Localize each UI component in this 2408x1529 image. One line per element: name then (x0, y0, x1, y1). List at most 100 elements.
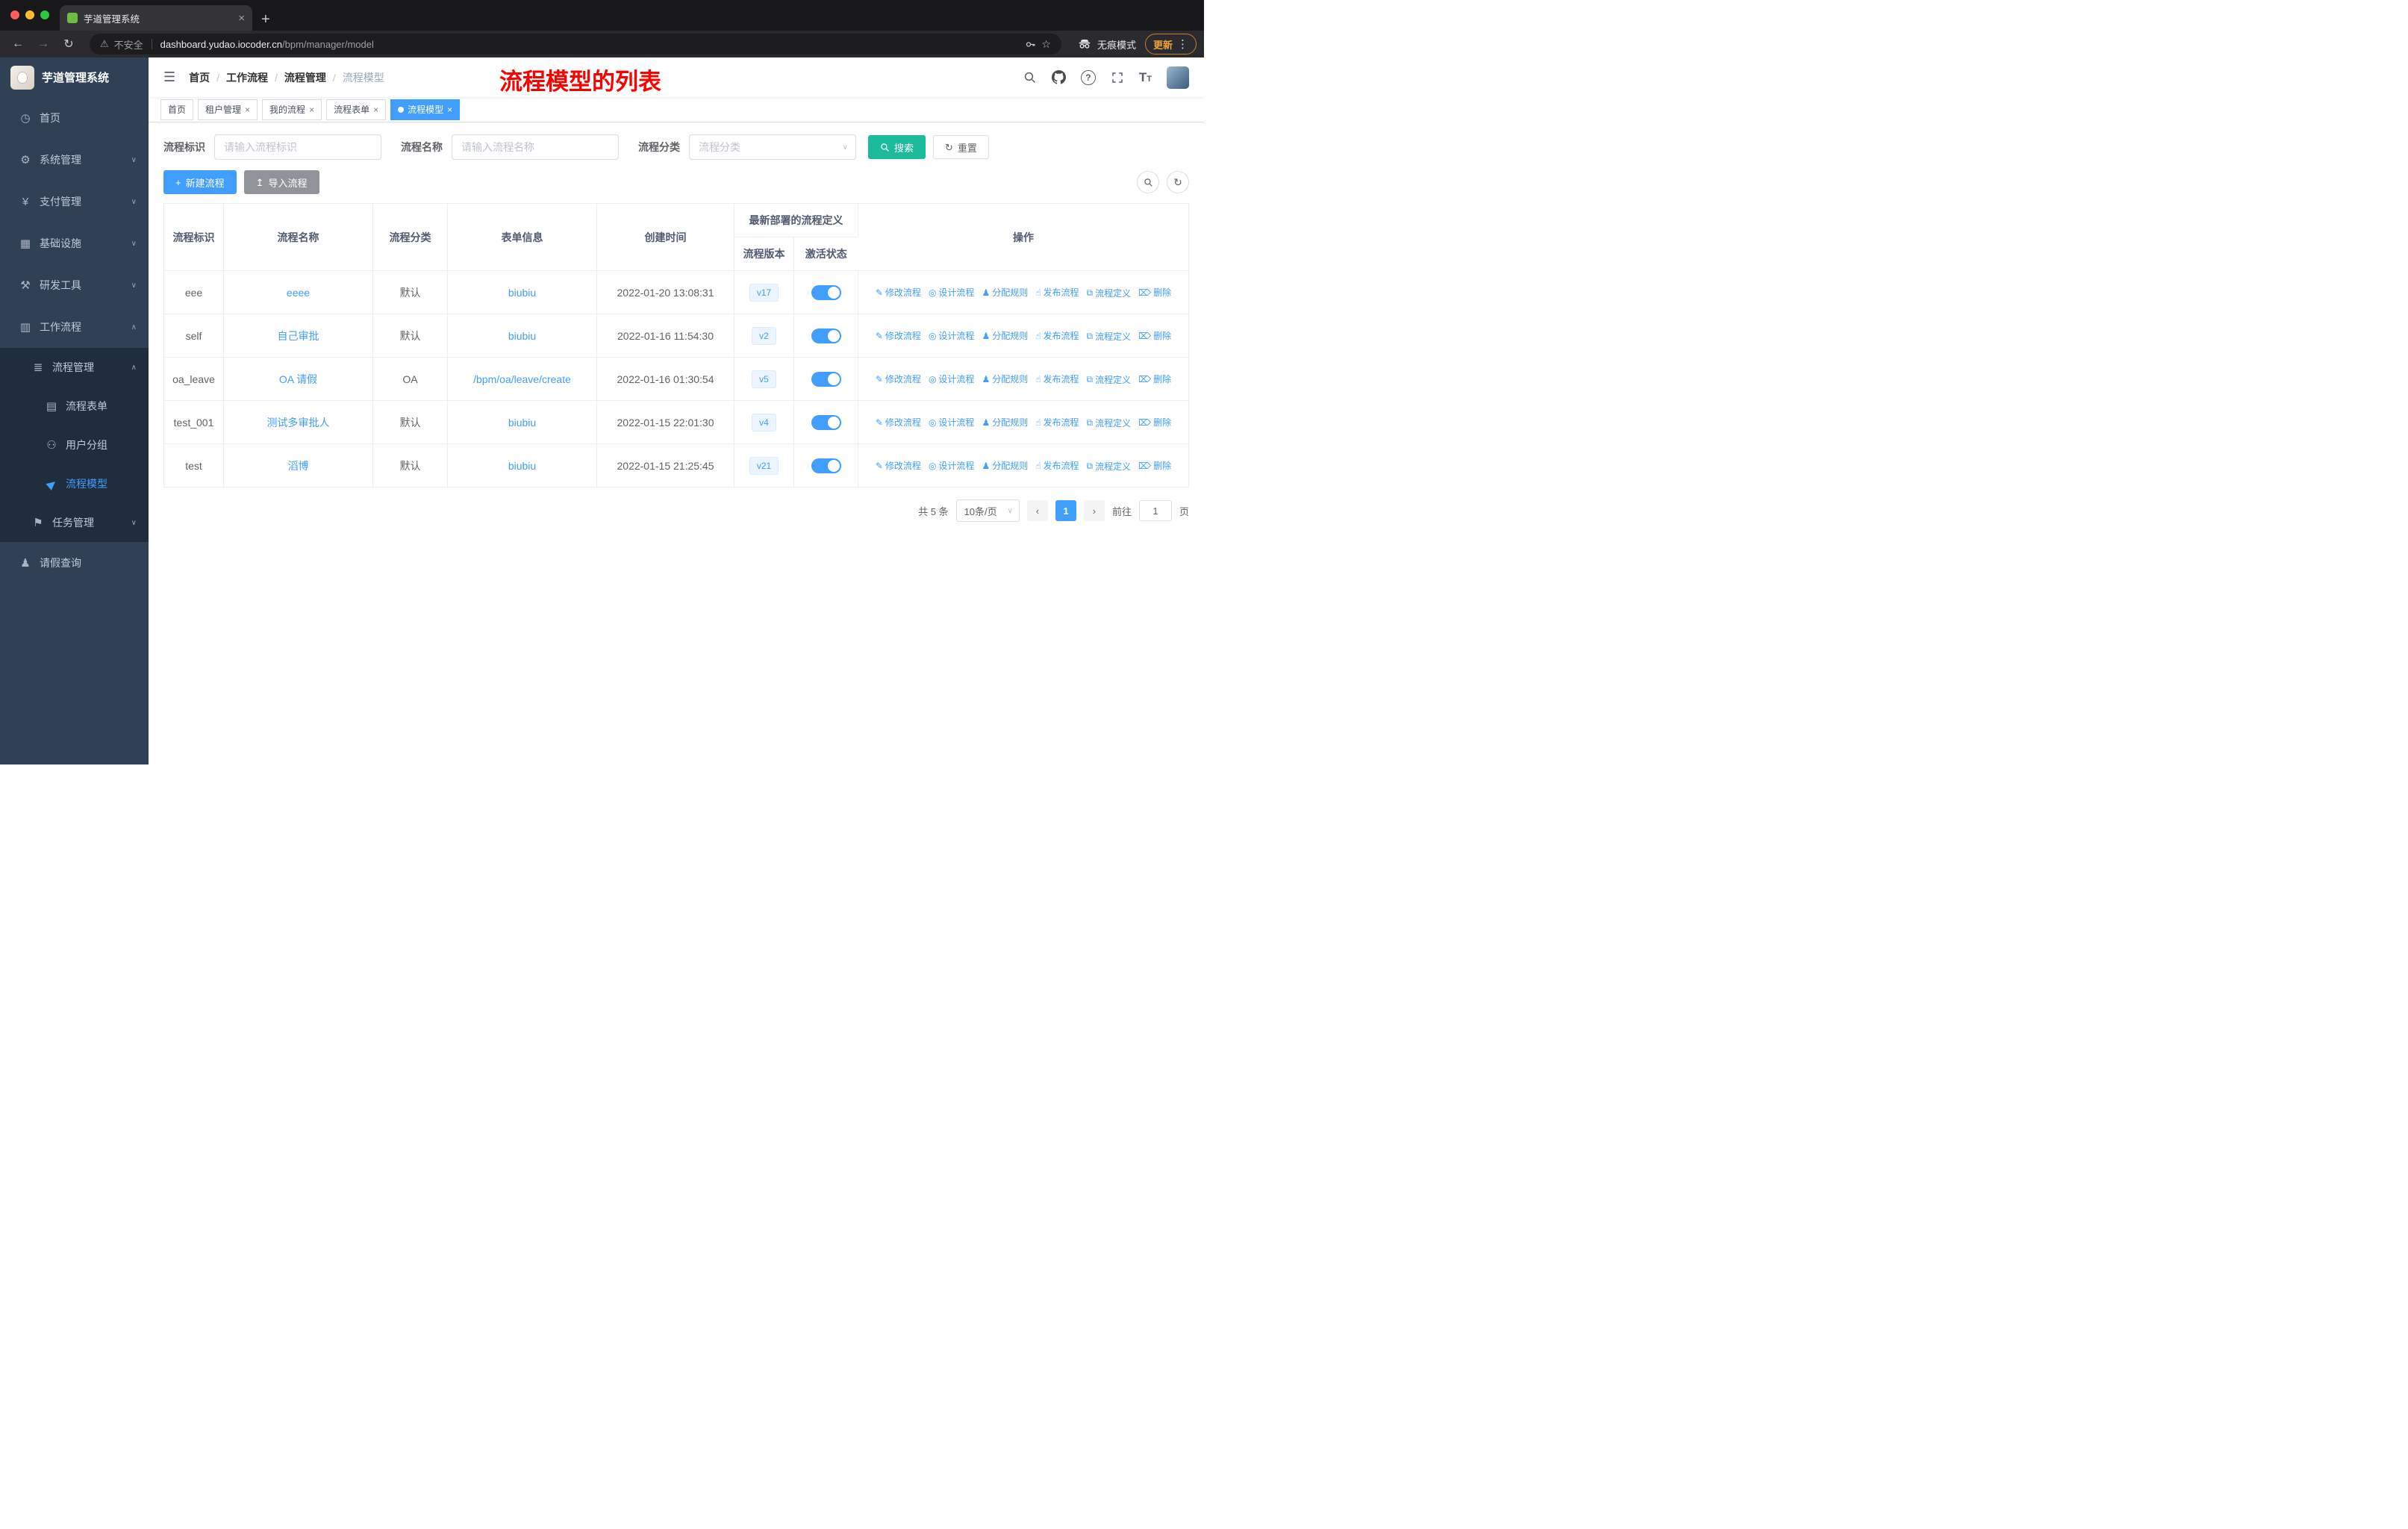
sidebar-item-process-management[interactable]: ≣ 流程管理 ∧ (0, 348, 149, 387)
breadcrumb-item[interactable]: 流程管理 (284, 70, 326, 85)
tag-process-form[interactable]: 流程表单 × (326, 99, 387, 120)
sidebar-item-home[interactable]: ◷ 首页 (0, 97, 149, 139)
refresh-table-button[interactable]: ↻ (1167, 171, 1189, 193)
sidebar-item-leave-query[interactable]: ♟ 请假查询 (0, 542, 149, 584)
create-process-button[interactable]: + 新建流程 (163, 170, 237, 194)
breadcrumb-item[interactable]: 首页 (189, 70, 210, 85)
reset-button[interactable]: ↻ 重置 (933, 135, 989, 159)
prev-page-button[interactable]: ‹ (1026, 500, 1048, 521)
sidebar-item-process-model[interactable]: ▶ 流程模型 (0, 464, 149, 503)
reload-icon[interactable]: ↻ (58, 34, 79, 55)
action-assign-rule[interactable]: ♟ 分配规则 (982, 416, 1028, 429)
active-toggle[interactable] (811, 284, 841, 300)
toggle-search-button[interactable] (1137, 171, 1159, 193)
forward-icon[interactable]: → (33, 34, 54, 55)
update-button[interactable]: 更新 ⋮ (1144, 34, 1197, 55)
tab-close-icon[interactable]: × (238, 13, 245, 24)
action-publish-process[interactable]: ☝ 发布流程 (1035, 286, 1079, 299)
action-design-process[interactable]: ◎ 设计流程 (929, 459, 975, 472)
url-bar[interactable]: ⚠ 不安全 dashboard.yudao.iocoder.cn/bpm/man… (90, 34, 1061, 55)
action-process-definition[interactable]: ⧉ 流程定义 (1087, 373, 1132, 386)
action-delete-process[interactable]: ⌦ 删除 (1138, 459, 1171, 472)
action-publish-process[interactable]: ☝ 发布流程 (1035, 373, 1079, 385)
back-icon[interactable]: ← (7, 34, 28, 55)
close-window-button[interactable] (10, 10, 19, 19)
action-publish-process[interactable]: ☝ 发布流程 (1035, 416, 1079, 429)
action-assign-rule[interactable]: ♟ 分配规则 (982, 329, 1028, 342)
action-process-definition[interactable]: ⧉ 流程定义 (1087, 417, 1132, 429)
action-assign-rule[interactable]: ♟ 分配规则 (982, 286, 1028, 299)
action-edit-process[interactable]: ✎ 修改流程 (876, 329, 921, 342)
tag-my-process[interactable]: 我的流程 × (262, 99, 322, 120)
sidebar-item-system-management[interactable]: ⚙ 系统管理 ∨ (0, 139, 149, 181)
bookmark-star-icon[interactable]: ☆ (1041, 38, 1051, 51)
search-icon[interactable] (1023, 71, 1037, 84)
process-key-input[interactable] (214, 134, 381, 160)
sidebar-item-dev-tools[interactable]: ⚒ 研发工具 ∨ (0, 264, 149, 306)
fullscreen-icon[interactable] (1111, 71, 1124, 84)
process-name-link[interactable]: 自己审批 (278, 330, 319, 342)
form-info-link[interactable]: /bpm/oa/leave/create (473, 373, 571, 385)
action-edit-process[interactable]: ✎ 修改流程 (876, 373, 921, 385)
user-avatar[interactable] (1167, 66, 1189, 89)
page-number-button[interactable]: 1 (1055, 500, 1076, 521)
github-icon[interactable] (1051, 70, 1066, 84)
sidebar-item-payment-management[interactable]: ¥ 支付管理 ∨ (0, 181, 149, 222)
tag-process-model[interactable]: 流程模型 × (390, 99, 461, 120)
action-process-definition[interactable]: ⧉ 流程定义 (1087, 330, 1132, 343)
process-name-link[interactable]: 滔博 (288, 460, 309, 472)
action-publish-process[interactable]: ☝ 发布流程 (1035, 459, 1079, 472)
zoom-window-button[interactable] (40, 10, 49, 19)
form-info-link[interactable]: biubiu (508, 330, 536, 342)
close-icon[interactable]: × (245, 105, 250, 115)
new-tab-button[interactable]: + (261, 12, 270, 27)
action-design-process[interactable]: ◎ 设计流程 (929, 329, 975, 342)
action-delete-process[interactable]: ⌦ 删除 (1138, 416, 1171, 429)
active-toggle[interactable] (811, 458, 841, 473)
help-icon[interactable]: ? (1080, 69, 1096, 85)
browser-menu-icon[interactable]: ⋮ (1177, 37, 1188, 51)
close-icon[interactable]: × (373, 105, 378, 115)
active-toggle[interactable] (811, 371, 841, 387)
key-icon[interactable] (1025, 39, 1036, 50)
action-assign-rule[interactable]: ♟ 分配规则 (982, 373, 1028, 385)
sidebar-item-infrastructure[interactable]: ▦ 基础设施 ∨ (0, 222, 149, 264)
tag-tenant-management[interactable]: 租户管理 × (198, 99, 258, 120)
action-delete-process[interactable]: ⌦ 删除 (1138, 329, 1171, 342)
import-process-button[interactable]: ↥ 导入流程 (243, 170, 319, 194)
close-icon[interactable]: × (309, 105, 314, 115)
tag-home[interactable]: 首页 (160, 99, 194, 120)
process-name-link[interactable]: 测试多审批人 (267, 417, 330, 429)
form-info-link[interactable]: biubiu (508, 417, 536, 429)
action-process-definition[interactable]: ⧉ 流程定义 (1087, 287, 1132, 299)
form-info-link[interactable]: biubiu (508, 287, 536, 299)
action-edit-process[interactable]: ✎ 修改流程 (876, 459, 921, 472)
category-select[interactable]: 流程分类 ∨ (689, 134, 856, 160)
search-button[interactable]: 搜索 (868, 135, 926, 159)
next-page-button[interactable]: › (1083, 500, 1105, 521)
process-name-link[interactable]: eeee (287, 287, 310, 299)
page-size-select[interactable]: 10条/页 ∨ (955, 499, 1020, 522)
action-assign-rule[interactable]: ♟ 分配规则 (982, 459, 1028, 472)
action-design-process[interactable]: ◎ 设计流程 (929, 373, 975, 385)
goto-page-input[interactable] (1138, 500, 1172, 521)
browser-tab[interactable]: 芋道管理系统 × (60, 5, 252, 31)
action-design-process[interactable]: ◎ 设计流程 (929, 286, 975, 299)
form-info-link[interactable]: biubiu (508, 460, 536, 472)
minimize-window-button[interactable] (25, 10, 34, 19)
close-icon[interactable]: × (447, 105, 452, 115)
font-size-icon[interactable]: TT (1139, 71, 1152, 84)
action-delete-process[interactable]: ⌦ 删除 (1138, 286, 1171, 299)
action-publish-process[interactable]: ☝ 发布流程 (1035, 329, 1079, 342)
sidebar-item-task-management[interactable]: ⚑ 任务管理 ∨ (0, 503, 149, 542)
app-logo[interactable]: 芋道管理系统 (0, 57, 149, 97)
action-edit-process[interactable]: ✎ 修改流程 (876, 286, 921, 299)
sidebar-item-process-form[interactable]: ▤ 流程表单 (0, 387, 149, 426)
breadcrumb-item[interactable]: 工作流程 (226, 70, 268, 85)
sidebar-item-workflow[interactable]: ▥ 工作流程 ∧ (0, 306, 149, 348)
active-toggle[interactable] (811, 414, 841, 430)
sidebar-item-user-group[interactable]: ⚇ 用户分组 (0, 426, 149, 464)
hamburger-icon[interactable]: ☰ (163, 69, 175, 85)
action-design-process[interactable]: ◎ 设计流程 (929, 416, 975, 429)
active-toggle[interactable] (811, 328, 841, 343)
